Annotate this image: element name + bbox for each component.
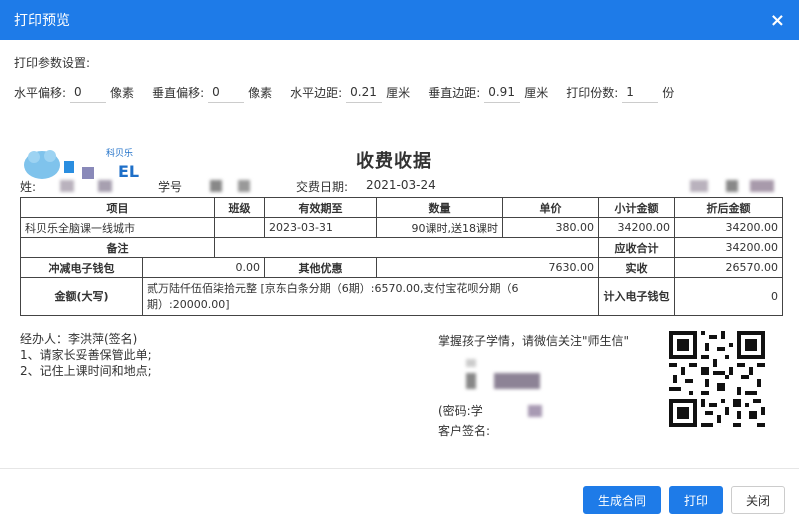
pay-date-label: 交费日期:: [296, 180, 349, 194]
wallet-credit-value: 0: [674, 277, 783, 316]
redacted-student-no: [210, 180, 222, 192]
other-discount-value: 7630.00: [376, 257, 599, 278]
v-margin-input[interactable]: [484, 81, 521, 103]
dialog-title: 打印预览: [14, 13, 70, 29]
table-header-row: 项目 班级 有效期至 数量 单价 小计金额 折后金额: [20, 197, 783, 218]
params-row: 水平偏移: 像素 垂直偏移: 像素 水平边距: 厘米 垂直边距: 厘米 打印份数…: [14, 81, 785, 103]
print-button[interactable]: 打印: [668, 486, 723, 514]
redacted-student-no-2: [238, 180, 250, 192]
params-heading: 打印参数设置:: [14, 56, 91, 70]
row-valid-until: 2023-03-31: [264, 217, 377, 238]
receivable-label: 应收合计: [598, 237, 675, 258]
header-valid-until: 有效期至: [264, 197, 377, 218]
qr-code: [669, 331, 765, 427]
note-1: 1、请家长妥善保管此单;: [20, 348, 152, 362]
logo-text: 科贝乐: [106, 147, 133, 159]
copies-param: 打印份数: 份: [566, 81, 674, 103]
amount-upper-value: 贰万陆仟伍佰柒拾元整 [京东白条分期（6期）:6570.00,支付宝花呗分期（6…: [142, 277, 599, 316]
header-item: 项目: [20, 197, 215, 218]
h-margin-label: 水平边距:: [290, 85, 343, 100]
student-no-label: 学号: [158, 180, 183, 194]
receivable-value: 34200.00: [674, 237, 783, 258]
v-margin-param: 垂直边距: 厘米: [428, 81, 548, 103]
remarks-label: 备注: [20, 237, 215, 258]
receipt-table: 项目 班级 有效期至 数量 单价 小计金额 折后金额 科贝乐全脑课一线城市 20…: [20, 197, 783, 316]
v-offset-unit: 像素: [248, 85, 273, 100]
v-offset-label: 垂直偏移:: [152, 85, 205, 100]
receipt-preview: 科贝乐 EL 收费收据 姓: 学号 交费日期: 2021-03-24 项目 班级…: [14, 135, 784, 470]
header-discount-amount: 折后金额: [674, 197, 783, 218]
redacted-right-2: [726, 180, 738, 192]
generate-contract-button[interactable]: 生成合同: [582, 486, 661, 514]
actual-value: 26570.00: [674, 257, 783, 278]
h-offset-unit: 像素: [110, 85, 135, 100]
print-preview-dialog: 打印预览 × 打印参数设置: 水平偏移: 像素 垂直偏移: 像素 水平边距: 厘…: [0, 0, 799, 528]
table-row: 科贝乐全脑课一线城市 2023-03-31 90课时,送18课时 380.00 …: [20, 217, 783, 238]
wechat-text: 掌握孩子学情，请微信关注"师生信": [438, 334, 630, 348]
brand-logo: 科贝乐 EL: [24, 147, 139, 181]
row-discount-amount: 34200.00: [674, 217, 783, 238]
other-discount-label: 其他优惠: [264, 257, 377, 278]
redacted-right-1: [690, 180, 708, 192]
h-offset-param: 水平偏移: 像素: [14, 81, 134, 103]
password-line: (密码:学: [438, 401, 638, 421]
header-class: 班级: [214, 197, 265, 218]
wallet-credit-label: 计入电子钱包: [598, 277, 675, 316]
h-offset-label: 水平偏移:: [14, 85, 67, 100]
v-margin-label: 垂直边距:: [428, 85, 481, 100]
wechat-info: 掌握孩子学情，请微信关注"师生信" (密码:学 客户签名:: [438, 331, 638, 441]
v-margin-unit: 厘米: [524, 85, 549, 100]
pay-date: 2021-03-24: [366, 178, 436, 192]
header-subtotal: 小计金额: [598, 197, 675, 218]
redacted-name: [60, 180, 74, 192]
password-text: (密码:学: [438, 404, 483, 418]
actual-label: 实收: [598, 257, 675, 278]
wallet-deduct-value: 0.00: [142, 257, 265, 278]
dialog-buttons: 生成合同 打印 关闭: [582, 486, 785, 514]
h-margin-param: 水平边距: 厘米: [290, 81, 410, 103]
note-2: 2、记住上课时间和地点;: [20, 364, 152, 378]
receipt-notes: 经办人：李洪萍(签名) 1、请家长妥善保管此单; 2、记住上课时间和地点;: [20, 331, 152, 379]
remarks-row: 备注 应收合计 34200.00: [20, 237, 783, 258]
deduction-row: 冲减电子钱包 0.00 其他优惠 7630.00 实收 26570.00: [20, 257, 783, 278]
close-button[interactable]: 关闭: [730, 486, 785, 514]
row-subtotal: 34200.00: [598, 217, 675, 238]
v-offset-param: 垂直偏移: 像素: [152, 81, 272, 103]
row-item: 科贝乐全脑课一线城市: [20, 217, 215, 238]
redacted-right-3: [750, 180, 774, 192]
copies-input[interactable]: [622, 81, 659, 103]
receipt-info-row: 姓: 学号 交费日期: 2021-03-24: [20, 178, 780, 196]
wallet-deduct-label: 冲减电子钱包: [20, 257, 143, 278]
customer-sign: 客户签名:: [438, 424, 491, 438]
row-class: [214, 217, 265, 238]
h-margin-unit: 厘米: [386, 85, 411, 100]
v-offset-input[interactable]: [208, 81, 245, 103]
name-label: 姓:: [20, 180, 37, 194]
h-offset-input[interactable]: [70, 81, 107, 103]
amount-upper-label: 金额(大写): [20, 277, 143, 316]
row-unit-price: 380.00: [502, 217, 599, 238]
amount-upper-row: 金额(大写) 贰万陆仟伍佰柒拾元整 [京东白条分期（6期）:6570.00,支付…: [20, 277, 783, 316]
dialog-titlebar: 打印预览 ×: [0, 0, 799, 40]
print-params: 打印参数设置: 水平偏移: 像素 垂直偏移: 像素 水平边距: 厘米 垂直边距:…: [0, 40, 799, 103]
copies-label: 打印份数:: [566, 85, 619, 100]
close-icon[interactable]: ×: [770, 10, 785, 31]
handler-signature: 经办人：李洪萍(签名): [20, 332, 138, 346]
h-margin-input[interactable]: [346, 81, 383, 103]
redacted-account-block: [438, 351, 638, 401]
redacted-name-2: [98, 180, 112, 192]
receipt-title: 收费收据: [356, 151, 432, 172]
remarks-value: [214, 237, 599, 258]
row-qty: 90课时,送18课时: [376, 217, 503, 238]
header-qty: 数量: [376, 197, 503, 218]
header-unit-price: 单价: [502, 197, 599, 218]
copies-unit: 份: [662, 85, 675, 100]
